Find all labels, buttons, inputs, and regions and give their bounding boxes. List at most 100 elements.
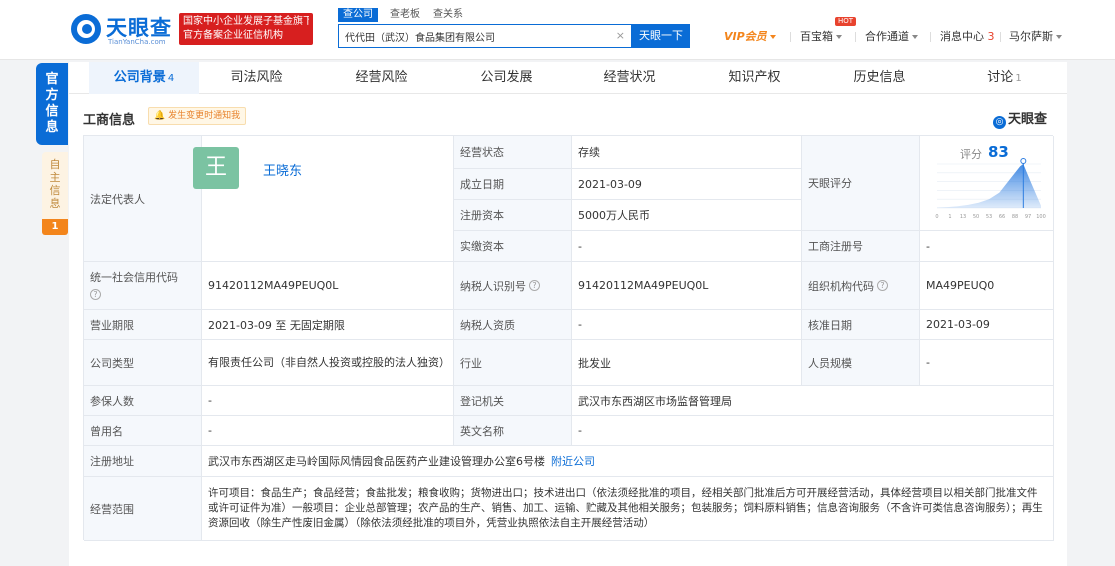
authority-label: 登记机关 bbox=[454, 386, 572, 416]
english-name-label: 英文名称 bbox=[454, 416, 572, 446]
insured-value: - bbox=[202, 386, 454, 416]
tab-history[interactable]: 历史信息 bbox=[822, 62, 937, 94]
legal-rep-label: 法定代表人 bbox=[84, 136, 202, 262]
banner-line-2: 官方备案企业征信机构 bbox=[183, 30, 283, 41]
tab-company-development[interactable]: 公司发展 bbox=[449, 62, 564, 94]
side-tab-char: 主 bbox=[49, 171, 61, 184]
divider bbox=[790, 32, 791, 42]
search-box: × bbox=[338, 24, 632, 48]
side-tab-char: 息 bbox=[45, 120, 59, 135]
tianyancha-logo-icon: ◎ bbox=[993, 116, 1006, 129]
tab-label: 讨论 bbox=[987, 70, 1014, 85]
search-button[interactable]: 天眼一下 bbox=[632, 24, 690, 48]
side-tab-char: 自 bbox=[49, 158, 61, 171]
tab-count: 1 bbox=[1015, 73, 1022, 84]
term-label: 营业期限 bbox=[84, 310, 202, 340]
divider bbox=[930, 32, 931, 42]
company-type-label: 公司类型 bbox=[84, 340, 202, 386]
tab-operation-status[interactable]: 经营状况 bbox=[572, 62, 687, 94]
cooperation-menu[interactable]: 合作通道 bbox=[865, 30, 918, 44]
tab-operation-risk[interactable]: 经营风险 bbox=[324, 62, 439, 94]
former-name-value: - bbox=[202, 416, 454, 446]
tab-label: 历史信息 bbox=[853, 70, 906, 85]
staff-size-value: - bbox=[920, 340, 1054, 386]
score-distribution-chart: 0 1 13 50 53 66 88 97 100 bbox=[935, 158, 1046, 220]
official-banner[interactable]: 国家中小企业发展子基金旗下 官方备案企业征信机构 bbox=[179, 13, 313, 45]
tab-label: 司法风险 bbox=[230, 70, 283, 85]
chevron-down-icon bbox=[1056, 35, 1062, 39]
staff-size-label: 人员规模 bbox=[802, 340, 920, 386]
chart-tick-label: 0 bbox=[935, 214, 938, 220]
brand-logo[interactable]: 天眼查 TianYanCha.com bbox=[70, 10, 175, 50]
side-tab-char: 方 bbox=[45, 88, 59, 103]
chevron-down-icon bbox=[769, 35, 776, 39]
banner-line-1: 国家中小企业发展子基金旗下 bbox=[183, 16, 309, 27]
user-menu[interactable]: 马尔萨斯 bbox=[1009, 30, 1062, 44]
vip-link[interactable]: VIP会员 bbox=[724, 30, 776, 44]
side-tab-char: 官 bbox=[45, 72, 59, 87]
tab-intellectual-property[interactable]: 知识产权 bbox=[697, 62, 812, 94]
search-tab-boss[interactable]: 查老板 bbox=[390, 8, 420, 22]
paid-capital-value: - bbox=[572, 231, 802, 262]
help-icon[interactable]: ? bbox=[529, 280, 540, 291]
chart-tick-label: 13 bbox=[960, 214, 966, 220]
notify-change-button[interactable]: 🔔 发生变更时通知我 bbox=[148, 107, 247, 125]
company-panel: 公司背景 4 司法风险 经营风险 公司发展 经营状况 知识产权 历史信息 讨论 1 … bbox=[69, 62, 1067, 566]
address-cell: 武汉市东西湖区走马岭国际风情园食品医药产业建设管理办公室6号楼 附近公司 bbox=[202, 446, 1054, 477]
cooperation-label: 合作通道 bbox=[865, 30, 909, 43]
credit-code-label-text: 统一社会信用代码 bbox=[90, 270, 178, 284]
help-icon[interactable]: ? bbox=[90, 288, 101, 300]
former-name-label: 曾用名 bbox=[84, 416, 202, 446]
message-center-link[interactable]: 消息中心 3 bbox=[940, 30, 995, 44]
vip-label: VIP会员 bbox=[724, 30, 767, 43]
reg-no-value: - bbox=[920, 231, 1054, 262]
company-tabs: 公司背景 4 司法风险 经营风险 公司发展 经营状况 知识产权 历史信息 讨论 1 bbox=[69, 62, 1067, 94]
insured-label: 参保人数 bbox=[84, 386, 202, 416]
watermark-text: 天眼查 bbox=[1008, 112, 1048, 127]
industry-label: 行业 bbox=[454, 340, 572, 386]
message-count-badge: 3 bbox=[987, 30, 995, 43]
tianyancha-logo-icon bbox=[71, 14, 101, 44]
divider bbox=[855, 32, 856, 42]
org-code-label: 组织机构代码? bbox=[802, 262, 920, 310]
tab-label: 公司背景 bbox=[113, 70, 166, 85]
org-code-label-text: 组织机构代码 bbox=[808, 279, 874, 293]
clear-icon[interactable]: × bbox=[616, 29, 625, 42]
bell-icon: 🔔 bbox=[154, 111, 166, 121]
nearby-companies-link[interactable]: 附近公司 bbox=[551, 453, 595, 469]
chart-tick-label: 1 bbox=[948, 214, 951, 220]
chevron-down-icon bbox=[912, 35, 918, 39]
score-marker-dot bbox=[1020, 158, 1027, 164]
credit-code-value: 91420112MA49PEUQ0L bbox=[202, 262, 454, 310]
avatar[interactable]: 王 bbox=[193, 147, 239, 189]
org-code-value: MA49PEUQ0 bbox=[920, 262, 1054, 310]
search-tab-company[interactable]: 查公司 bbox=[338, 8, 378, 22]
side-tab-self-info[interactable]: 自 主 信 息 bbox=[42, 152, 68, 222]
chevron-down-icon bbox=[836, 35, 842, 39]
section-title: 工商信息 bbox=[83, 113, 136, 128]
legal-rep-cell bbox=[202, 136, 454, 262]
divider bbox=[1000, 32, 1001, 42]
status-value: 存续 bbox=[572, 136, 802, 169]
tab-count: 4 bbox=[167, 73, 175, 84]
help-icon[interactable]: ? bbox=[877, 280, 888, 291]
tab-judicial-risk[interactable]: 司法风险 bbox=[199, 62, 314, 94]
side-tab-official-info[interactable]: 官 方 信 息 bbox=[36, 63, 68, 145]
search-tab-relation[interactable]: 查关系 bbox=[433, 8, 463, 22]
tab-company-background[interactable]: 公司背景 4 bbox=[89, 62, 199, 94]
chart-tick-label: 97 bbox=[1025, 214, 1031, 220]
baibaoxiang-menu[interactable]: 百宝箱 bbox=[800, 30, 842, 44]
scope-value: 许可项目：食品生产；食品经营；食盐批发；粮食收购；货物进出口；技术进出口（依法须… bbox=[202, 477, 1054, 541]
tianyancha-watermark: ◎ 天眼查 bbox=[993, 108, 1047, 129]
brand-domain: TianYanCha.com bbox=[108, 38, 166, 46]
reg-capital-label: 注册资本 bbox=[454, 200, 572, 231]
reg-no-label: 工商注册号 bbox=[802, 231, 920, 262]
chart-tick-label: 100 bbox=[1036, 214, 1046, 220]
legal-rep-name-link[interactable]: 王晓东 bbox=[263, 160, 302, 179]
side-tab-char: 信 bbox=[45, 104, 59, 119]
score-label: 天眼评分 bbox=[802, 136, 920, 231]
search-input[interactable] bbox=[339, 25, 609, 47]
tab-discussion[interactable]: 讨论 1 bbox=[947, 62, 1062, 94]
tab-label: 公司发展 bbox=[480, 70, 533, 85]
tab-label: 经营风险 bbox=[355, 70, 408, 85]
